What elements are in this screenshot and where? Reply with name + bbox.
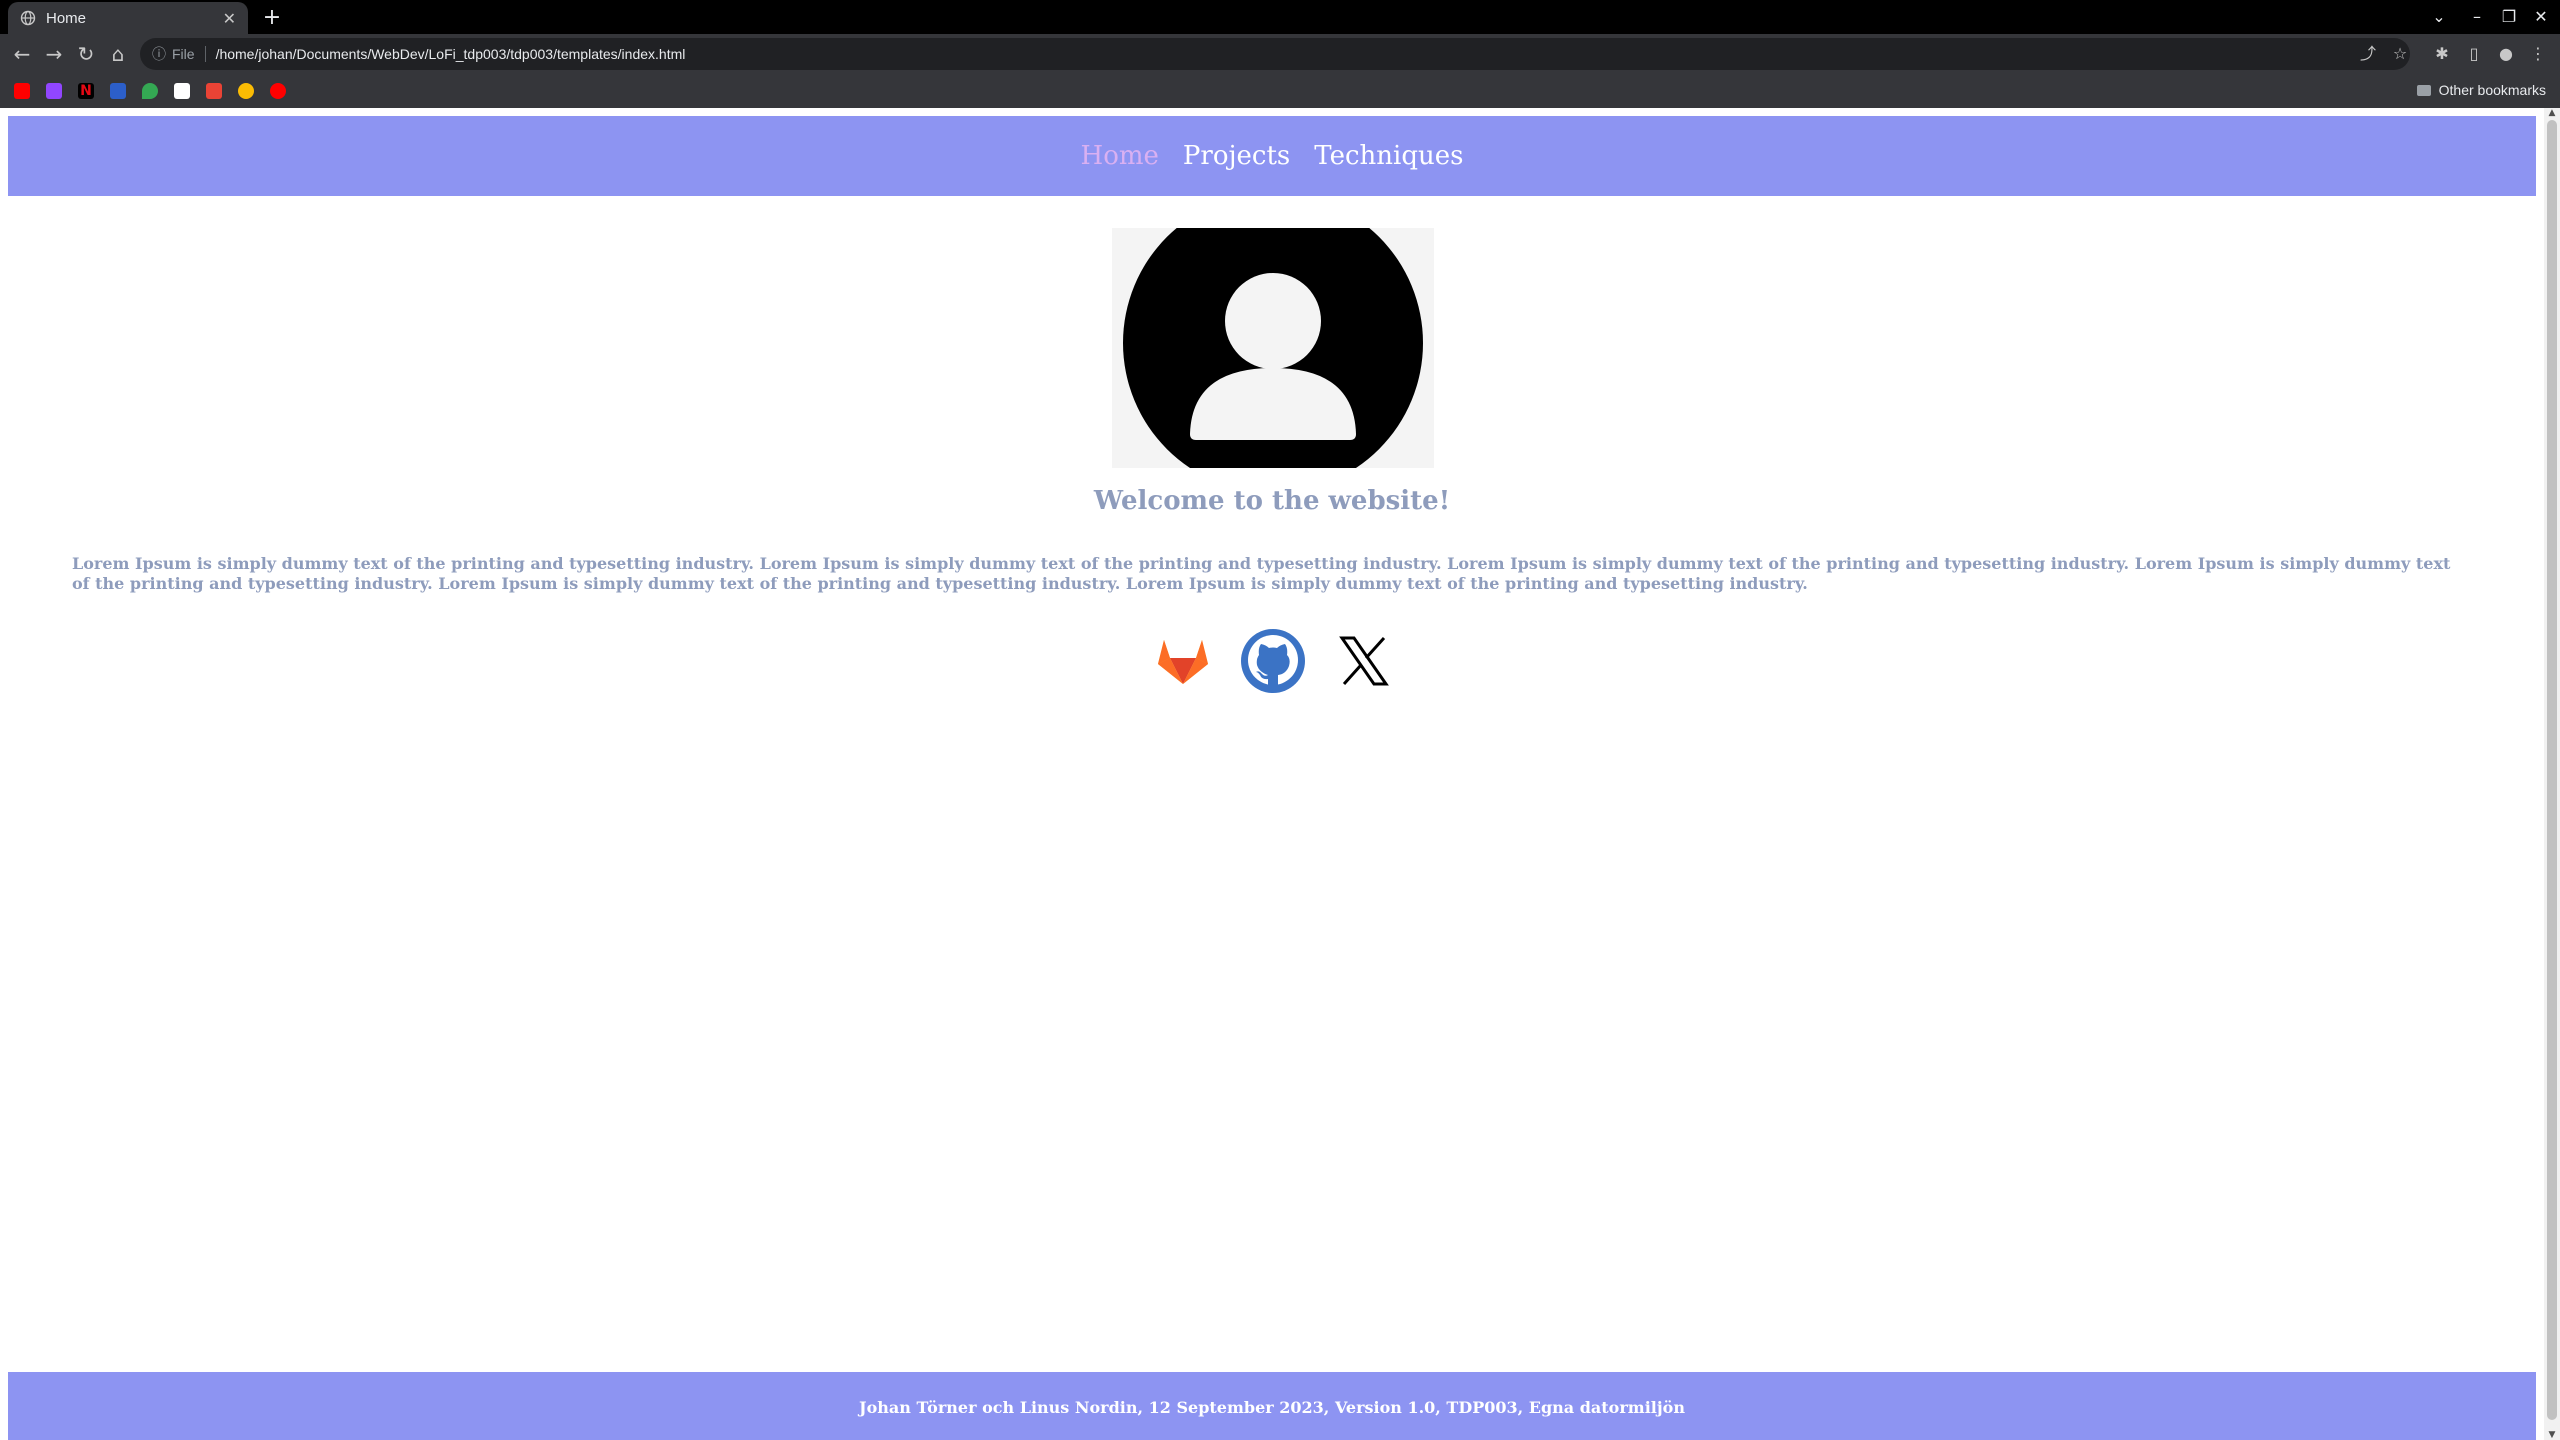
youtube-icon[interactable] <box>14 83 30 99</box>
welcome-heading: Welcome to the website! <box>1093 486 1451 516</box>
reload-icon[interactable]: ↻ <box>72 40 100 68</box>
github-icon[interactable] <box>1240 628 1306 694</box>
profile-icon[interactable]: ● <box>2494 42 2518 66</box>
site-footer: Johan Törner och Linus Nordin, 12 Septem… <box>8 1372 2536 1440</box>
social-links <box>1150 628 1400 698</box>
bookmarks-bar: N Other bookmarks <box>0 74 2560 108</box>
folder-icon <box>2416 84 2431 96</box>
page-viewport: Home Projects Techniques Welcome to the … <box>0 108 2560 1440</box>
user-avatar-icon <box>1123 228 1423 468</box>
other-bookmarks[interactable]: Other bookmarks <box>2416 82 2546 98</box>
intro-paragraph: Lorem Ipsum is simply dummy text of the … <box>72 554 2451 593</box>
browser-toolbar: ← → ↻ ⌂ ⓘ File /home/johan/Documents/Web… <box>0 34 2560 74</box>
menu-icon[interactable]: ⋮ <box>2526 42 2550 66</box>
share-icon[interactable]: ⤴ <box>2356 42 2380 66</box>
restore-icon[interactable]: ❐ <box>2494 4 2524 30</box>
other-bookmarks-label: Other bookmarks <box>2438 82 2546 98</box>
gitlab-icon[interactable] <box>1150 628 1216 694</box>
nav-techniques[interactable]: Techniques <box>1314 141 1463 171</box>
drive-icon[interactable] <box>238 83 254 99</box>
footer-text: Johan Törner och Linus Nordin, 12 Septem… <box>859 1397 1685 1417</box>
close-tab-icon[interactable]: ✕ <box>223 9 236 28</box>
home-icon[interactable]: ⌂ <box>104 40 132 68</box>
x-icon[interactable] <box>1330 628 1396 694</box>
tab-search-icon[interactable]: ⌄ <box>2424 4 2454 30</box>
bookmark-icon[interactable] <box>110 83 126 99</box>
back-icon[interactable]: ← <box>8 40 36 68</box>
nav-projects[interactable]: Projects <box>1183 141 1290 171</box>
scroll-thumb[interactable] <box>2547 120 2557 1420</box>
maps-icon[interactable] <box>142 83 158 99</box>
new-tab-button[interactable]: + <box>258 4 286 32</box>
twitch-icon[interactable] <box>46 83 62 99</box>
extensions-icon[interactable]: ✱ <box>2430 42 2454 66</box>
address-bar[interactable]: ⓘ File /home/johan/Documents/WebDev/LoFi… <box>140 38 2410 70</box>
gmail-icon[interactable] <box>206 83 222 99</box>
close-window-icon[interactable]: ✕ <box>2526 4 2556 30</box>
nav-home[interactable]: Home <box>1081 141 1159 171</box>
netflix-icon[interactable]: N <box>78 83 94 99</box>
youtube-music-icon[interactable] <box>270 83 286 99</box>
scroll-down-icon[interactable]: ▼ <box>2547 1430 2557 1440</box>
tab-home[interactable]: Home ✕ <box>8 2 248 34</box>
profile-picture <box>1112 228 1434 468</box>
tab-strip: Home ✕ + ⌄ – ❐ ✕ <box>0 0 2560 34</box>
address-separator <box>204 46 206 62</box>
vertical-scrollbar[interactable]: ▲ ▼ <box>2544 108 2560 1440</box>
address-url[interactable]: /home/johan/Documents/WebDev/LoFi_tdp003… <box>216 46 686 62</box>
globe-icon <box>20 10 36 26</box>
side-panel-icon[interactable]: ▯ <box>2462 42 2486 66</box>
scroll-up-icon[interactable]: ▲ <box>2547 108 2557 118</box>
amazon-icon[interactable] <box>174 83 190 99</box>
forward-icon[interactable]: → <box>40 40 68 68</box>
minimize-icon[interactable]: – <box>2462 4 2492 30</box>
info-icon[interactable]: ⓘ <box>152 44 166 64</box>
tab-title: Home <box>46 9 87 27</box>
address-scheme: File <box>172 46 195 62</box>
site-header: Home Projects Techniques <box>8 116 2536 196</box>
star-icon[interactable]: ☆ <box>2388 42 2412 66</box>
